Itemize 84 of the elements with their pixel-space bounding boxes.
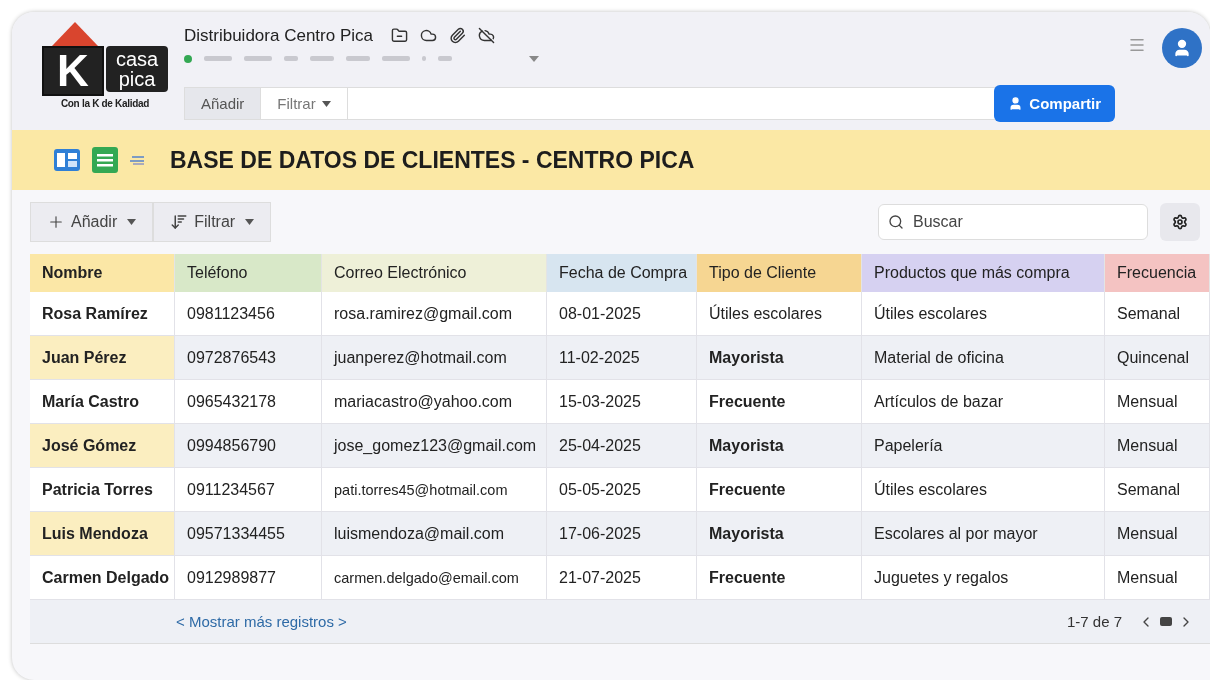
table-cell: Escolares al por mayor bbox=[862, 512, 1105, 556]
table-cell: Mensual bbox=[1105, 512, 1210, 556]
table-cell: Juan Pérez bbox=[30, 336, 175, 380]
table-cell: Juguetes y regalos bbox=[862, 556, 1105, 600]
list-icon[interactable] bbox=[92, 147, 118, 173]
table-cell: Mayorista bbox=[697, 512, 862, 556]
table-cell: luismendoza@mail.com bbox=[322, 512, 547, 556]
page-info: 1-7 de 7 bbox=[1066, 613, 1122, 630]
table-cell: Quincenal bbox=[1105, 336, 1210, 380]
table-cell: 0965432178 bbox=[175, 380, 322, 424]
table-cell: Mensual bbox=[1105, 424, 1210, 468]
column-header[interactable]: Correo Electrónico bbox=[322, 254, 547, 292]
table-cell: María Castro bbox=[30, 380, 175, 424]
table-cell: Luis Mendoza bbox=[30, 512, 175, 556]
table-cell: 08-01-2025 bbox=[547, 292, 697, 336]
table-cell: rosa.ramirez@gmail.com bbox=[322, 292, 547, 336]
status-dot-icon bbox=[184, 55, 192, 64]
tab[interactable]: Filtrar bbox=[261, 88, 348, 119]
table-cell: 0972876543 bbox=[175, 336, 322, 380]
cards-icon[interactable] bbox=[54, 149, 80, 171]
avatar[interactable] bbox=[1162, 28, 1202, 68]
caret-icon bbox=[245, 219, 255, 225]
column-header[interactable]: Teléfono bbox=[175, 254, 322, 292]
table-cell: 0911234567 bbox=[175, 468, 322, 512]
table-cell: 25-04-2025 bbox=[547, 424, 697, 468]
plus-icon bbox=[47, 213, 65, 231]
table-cell: Semanal bbox=[1105, 468, 1210, 512]
settings-icon bbox=[1172, 214, 1188, 230]
show-more-link[interactable]: < Mostrar más registros > bbox=[176, 613, 347, 630]
paperclip-icon[interactable] bbox=[448, 27, 466, 45]
tab[interactable]: Añadir bbox=[185, 88, 262, 119]
filter-button[interactable]: Filtrar bbox=[153, 202, 272, 242]
table-cell: 0994856790 bbox=[175, 424, 322, 468]
table-cell: mariacastro@yahoo.com bbox=[322, 380, 547, 424]
table-cell: Frecuente bbox=[697, 556, 862, 600]
sort-icon bbox=[170, 213, 189, 231]
column-header[interactable]: Tipo de Cliente bbox=[697, 254, 862, 292]
table-cell: Útiles escolares bbox=[862, 292, 1105, 336]
table-cell: Mensual bbox=[1105, 556, 1210, 600]
logo: K casa pica Con la K de Kalidad bbox=[40, 22, 170, 120]
folder-icon[interactable] bbox=[390, 27, 408, 45]
table-cell: Mensual bbox=[1105, 380, 1210, 424]
table-cell: Útiles escolares bbox=[862, 468, 1105, 512]
column-header[interactable]: Frecuencia bbox=[1105, 254, 1210, 292]
table-cell: Material de oficina bbox=[862, 336, 1105, 380]
table-cell: 11-02-2025 bbox=[547, 336, 697, 380]
column-header[interactable]: Fecha de Compra bbox=[547, 254, 697, 292]
table-cell: juanperez@hotmail.com bbox=[322, 336, 547, 380]
caret-icon bbox=[127, 219, 137, 225]
table-cell: Frecuente bbox=[697, 468, 862, 512]
user-icon bbox=[1008, 96, 1024, 112]
page-title: BASE DE DATOS DE CLIENTES - CENTRO PICA bbox=[170, 146, 695, 174]
table-cell: Frecuente bbox=[697, 380, 862, 424]
table-cell: jose_gomez123@gmail.com bbox=[322, 424, 547, 468]
cloud-icon[interactable] bbox=[477, 27, 495, 45]
share-button[interactable]: Compartir bbox=[994, 85, 1115, 122]
table-cell: pati.torres45@hotmail.com bbox=[322, 468, 547, 512]
table-cell: 17-06-2025 bbox=[547, 512, 697, 556]
table-cell: 0912989877 bbox=[175, 556, 322, 600]
search-icon bbox=[888, 214, 904, 230]
table-cell: Carmen Delgado bbox=[30, 556, 175, 600]
table-cell: Semanal bbox=[1105, 292, 1210, 336]
table-cell: José Gómez bbox=[30, 424, 175, 468]
table-cell: 15-03-2025 bbox=[547, 380, 697, 424]
table-cell: Mayorista bbox=[697, 336, 862, 380]
table-cell: Mayorista bbox=[697, 424, 862, 468]
roof-icon bbox=[52, 22, 98, 46]
settings-button[interactable] bbox=[1160, 203, 1200, 241]
table-cell: Útiles escolares bbox=[697, 292, 862, 336]
search-field[interactable]: Buscar bbox=[878, 204, 1148, 240]
table-cell: Rosa Ramírez bbox=[30, 292, 175, 336]
page-indicator-icon bbox=[1160, 617, 1172, 626]
column-header[interactable]: Nombre bbox=[30, 254, 175, 292]
table-cell: 21-07-2025 bbox=[547, 556, 697, 600]
table-cell: carmen.delgado@email.com bbox=[322, 556, 547, 600]
table-cell: Papelería bbox=[862, 424, 1105, 468]
table-cell: 0981123456 bbox=[175, 292, 322, 336]
table-cell: 05-05-2025 bbox=[547, 468, 697, 512]
table-cell: Patricia Torres bbox=[30, 468, 175, 512]
window-title: Distribuidora Centro Pica bbox=[184, 25, 373, 46]
table-cell: 09571334455 bbox=[175, 512, 322, 556]
table-cell: Artículos de bazar bbox=[862, 380, 1105, 424]
column-header[interactable]: Productos que más compra bbox=[862, 254, 1105, 292]
add-button[interactable]: Añadir bbox=[30, 202, 154, 242]
